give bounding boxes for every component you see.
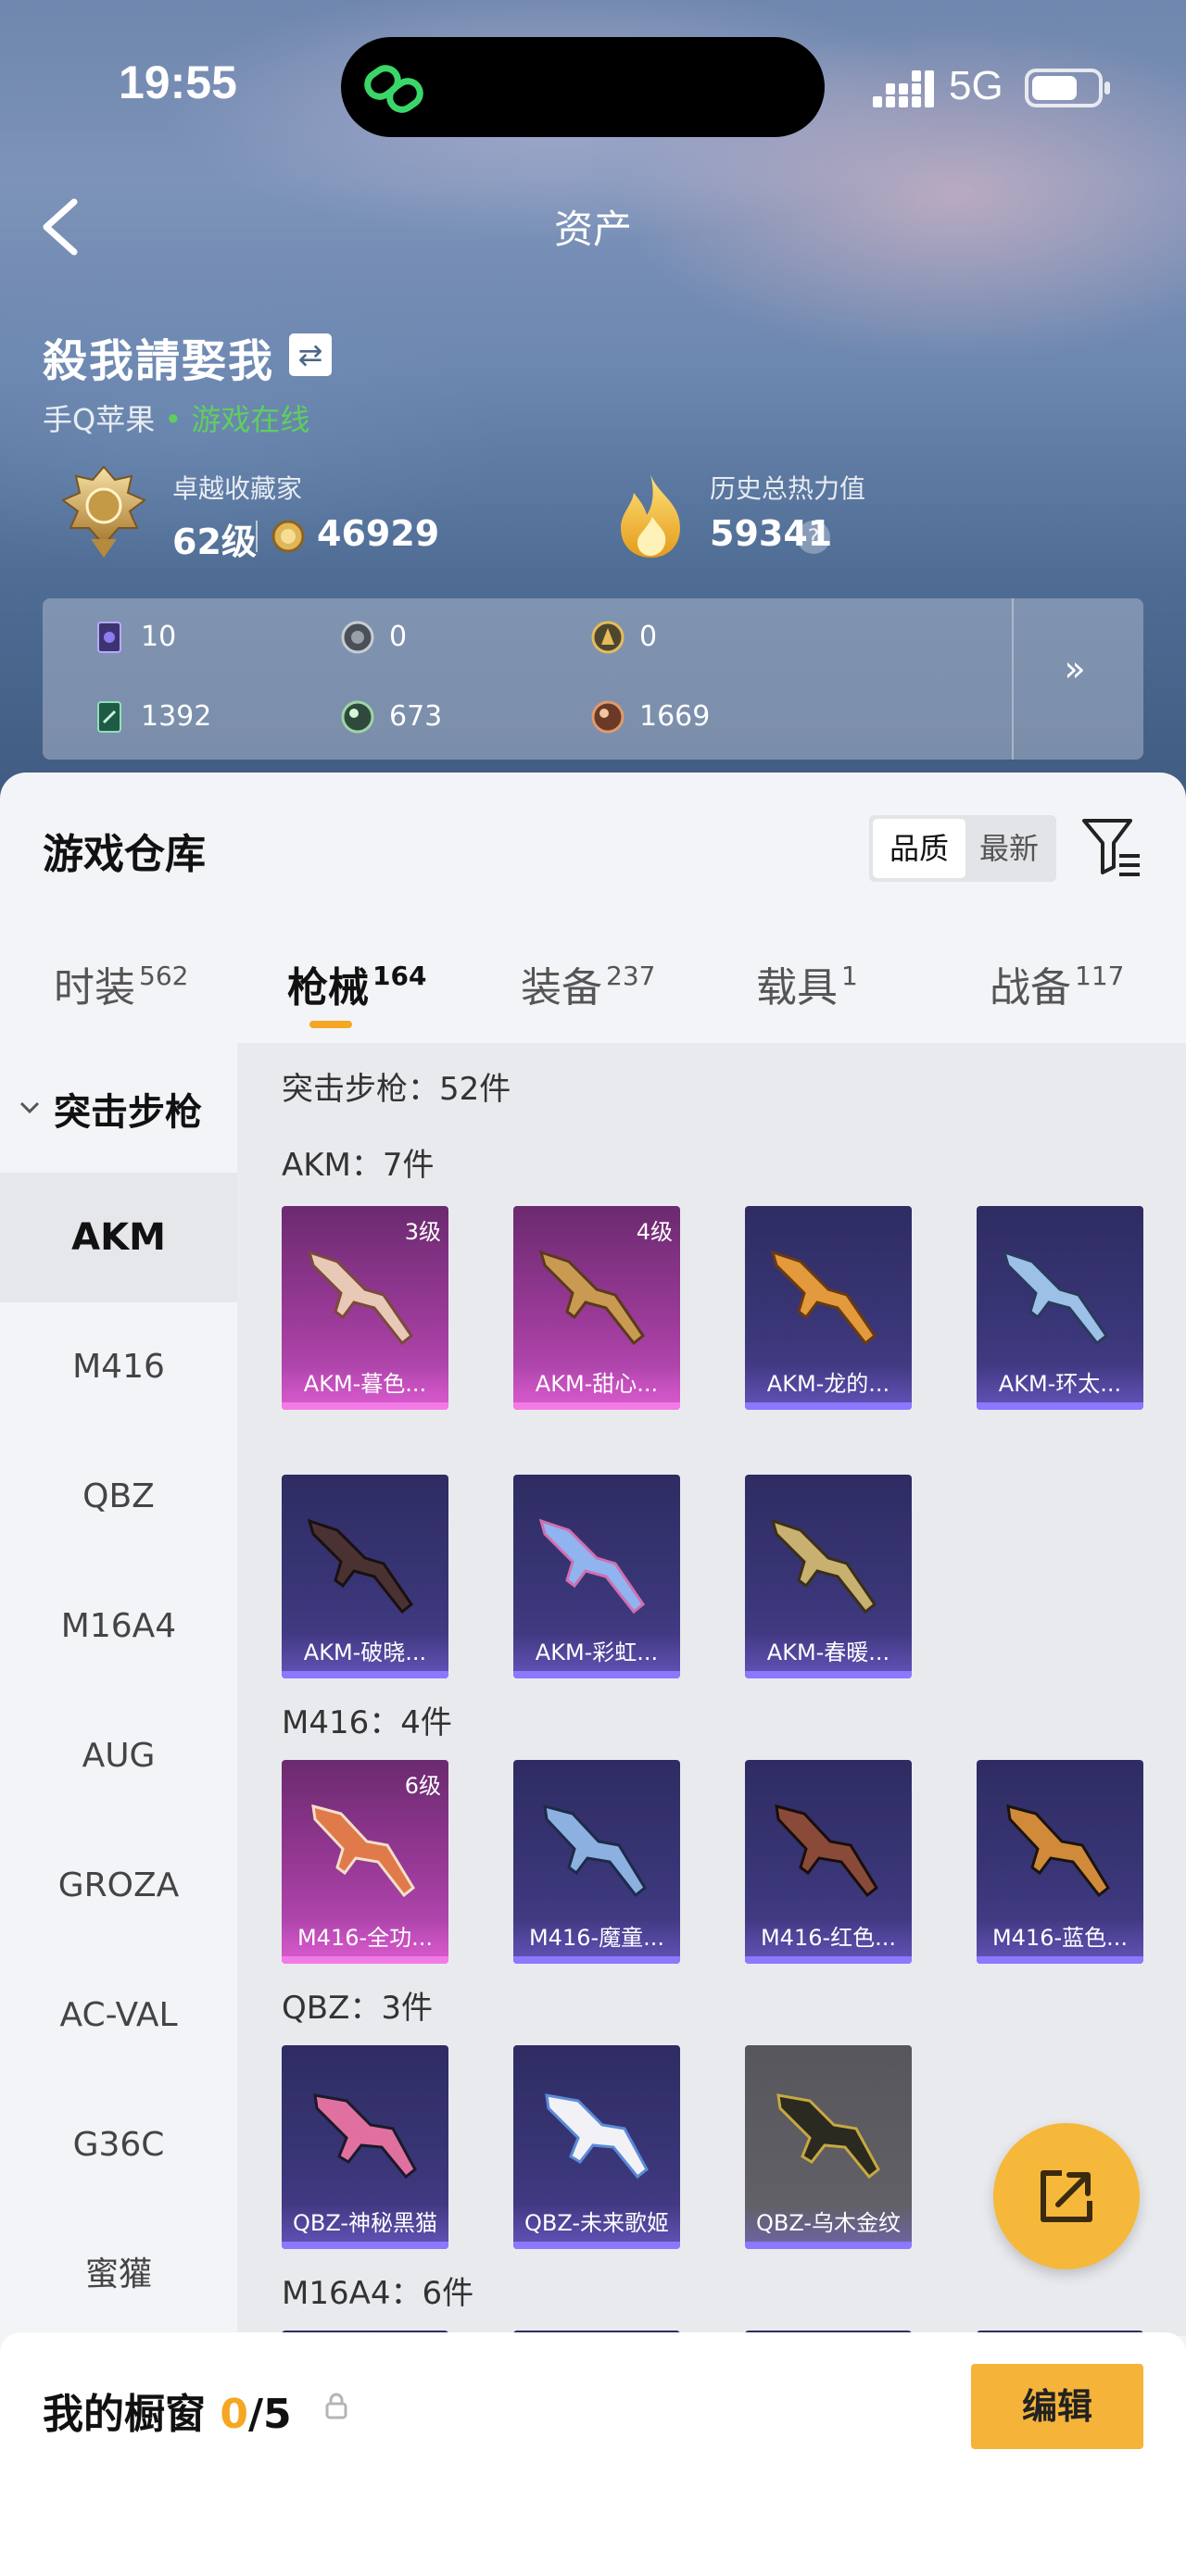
sort-newest-button[interactable]: 最新 [965,819,1053,878]
coin-icon [271,520,305,553]
rifle-icon [1002,1250,1109,1346]
card-icon [97,622,121,653]
help-icon[interactable]: ? [797,521,830,554]
rifle-icon [776,2093,880,2180]
tab-gear[interactable]: 战备 117 [990,954,1124,1013]
heat-label: 历史总热力值 [710,473,866,504]
status-bar: 19:55 5G [0,0,1186,167]
weapon-card[interactable]: M416-蓝色... [977,1760,1143,1964]
username: 殺我請娶我 [43,335,275,387]
rifle-icon [770,1518,877,1615]
tab-vehicles[interactable]: 载具 1 [756,954,858,1013]
network-type: 5G [949,63,1003,108]
platform: 手Q苹果 [43,402,156,437]
sidebar-item-m16a4[interactable]: M16A4 [0,1562,237,1691]
weapon-card[interactable]: M416-红色... [745,1760,912,1964]
sidebar-item-g36c[interactable]: G36C [0,2080,237,2210]
sidebar-item-qbz[interactable]: QBZ [0,1432,237,1562]
weapon-card[interactable]: AKM-环太... [977,1206,1143,1410]
weapon-card[interactable]: 6级 M416-全功... [282,1760,448,1964]
sidebar-item-groza[interactable]: GROZA [0,1821,237,1951]
weapon-card[interactable]: 3级 AKM-暮色... [282,1206,448,1410]
divider [256,521,258,552]
rifle-icon [538,1518,646,1615]
green-orb-icon [341,700,374,734]
stats-more-button[interactable]: » [1047,648,1103,708]
rifle-icon [311,1803,415,1898]
category-total: 突击步枪：52件 [282,1071,511,1108]
sidebar-item-akm[interactable]: AKM [0,1173,237,1302]
showcase-count: 0 [220,2391,248,2438]
link-app-icon [364,65,423,113]
rifle-icon [545,2093,649,2180]
rifle-icon [770,1250,877,1346]
sidebar-item-aug[interactable]: AUG [0,1691,237,1821]
silver-medal-icon [341,621,374,654]
rifle-icon [307,1250,414,1346]
filter-icon[interactable] [1080,815,1142,878]
sort-quality-button[interactable]: 品质 [873,819,965,878]
rifle-icon [775,1803,878,1898]
weapon-card[interactable]: QBZ-乌木金纹 [745,2045,912,2249]
rifle-icon [543,1803,647,1898]
lock-icon [325,2393,347,2419]
platform-line: 手Q苹果 • 游戏在线 [43,396,309,439]
weapon-card[interactable]: AKM-春暖... [745,1475,912,1678]
weapon-card[interactable]: 4级 AKM-甜心... [513,1206,680,1410]
sidebar-item-honey-badger[interactable]: 蜜獾 [0,2210,237,2340]
gold-medal-icon [591,621,625,654]
weapon-card[interactable]: QBZ-神秘黑猫 [282,2045,448,2249]
category-header[interactable]: 突击步枪 [54,1082,202,1136]
flame-icon [621,474,680,558]
battery-icon [1025,69,1110,107]
page-title: 资产 [553,207,632,252]
tab-fashion[interactable]: 时装 562 [54,954,188,1013]
group-title: M416：4件 [282,1704,452,1741]
share-button[interactable] [993,2123,1140,2269]
online-status: • 游戏在线 [164,402,310,437]
collector-badge-icon [61,465,146,558]
rifle-icon [307,1518,414,1615]
showcase-total: /5 [247,2391,292,2438]
weapon-card[interactable]: AKM-破晓... [282,1475,448,1678]
edit-button[interactable]: 编辑 [971,2364,1143,2449]
tab-weapons[interactable]: 枪械 164 [287,954,426,1013]
rifle-icon [538,1250,646,1346]
green-card-icon [97,701,121,733]
tab-equipment[interactable]: 装备 237 [521,954,655,1013]
switch-account-icon[interactable]: ⇄ [289,333,332,376]
rifle-icon [1006,1803,1110,1898]
sidebar-item-ac-val[interactable]: AC-VAL [0,1951,237,2080]
status-time: 19:55 [119,57,237,108]
collector-level: 62级 [172,521,257,562]
chevron-down-icon[interactable] [19,1097,41,1119]
weapon-card[interactable]: M416-魔童... [513,1760,680,1964]
divider [1012,598,1014,760]
active-tab-indicator [309,1021,352,1028]
share-icon [1041,2170,1092,2222]
bronze-orb-icon [591,700,625,734]
group-title: M16A4：6件 [282,2275,474,2312]
rifle-icon [313,2093,417,2180]
weapon-card[interactable]: QBZ-未来歌姬 [513,2045,680,2249]
weapon-card[interactable]: AKM-彩虹... [513,1475,680,1678]
showcase-label: 我的橱窗 0/5 [43,2391,292,2438]
warehouse-title: 游戏仓库 [43,831,206,878]
coin-value: 46929 [317,513,440,554]
signal-icon [873,70,934,107]
sidebar-item-m416[interactable]: M416 [0,1302,237,1432]
group-title: QBZ：3件 [282,1990,434,2027]
group-title: AKM：7件 [282,1147,435,1184]
weapon-card[interactable]: AKM-龙的... [745,1206,912,1410]
collector-title: 卓越收藏家 [172,473,303,504]
